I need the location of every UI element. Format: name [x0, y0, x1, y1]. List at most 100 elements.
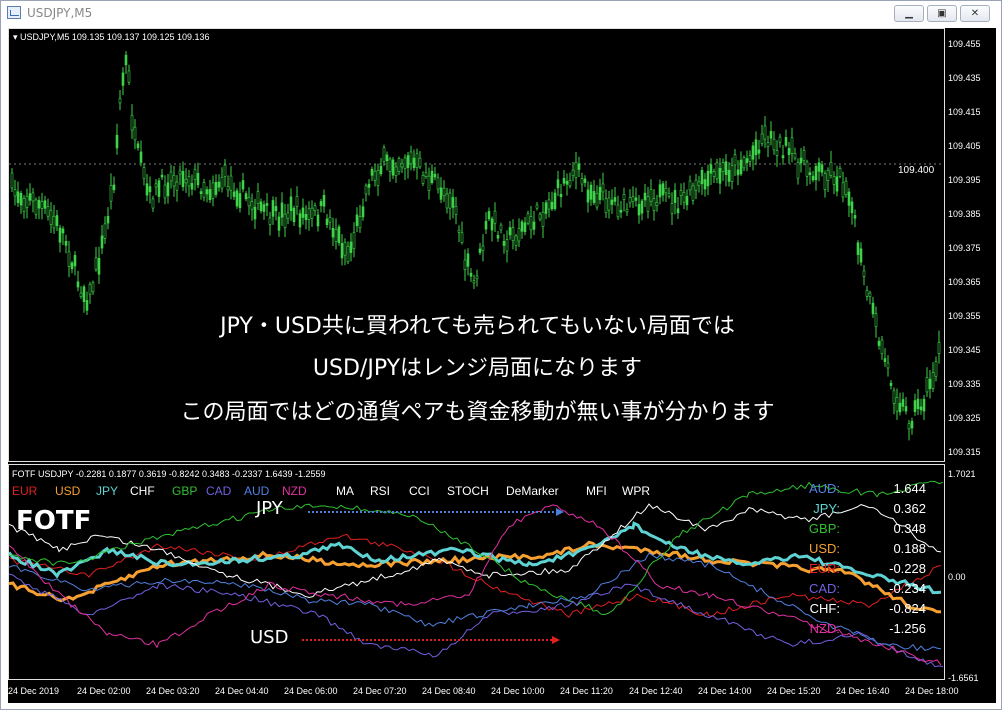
- candle-body: [88, 283, 92, 295]
- candle-body: [436, 177, 440, 190]
- candle-body: [460, 232, 464, 243]
- currency-toggle-eur[interactable]: EUR: [12, 484, 37, 498]
- title-bar[interactable]: USDJPY,M5 ▁ ▣ ✕: [1, 1, 1001, 27]
- candle-body: [409, 151, 413, 165]
- overlay-text-3: この局面ではどの通貨ペアも資金移動が無い事が分かります: [180, 400, 775, 425]
- candle-body: [211, 182, 215, 199]
- candle-body: [598, 186, 602, 200]
- candle-body: [751, 145, 755, 160]
- time-label: 24 Dec 06:00: [284, 686, 338, 696]
- currency-toggle-aud[interactable]: AUD: [244, 484, 269, 498]
- currency-toggle-gbp[interactable]: GBP: [172, 484, 197, 498]
- candle-body: [775, 150, 779, 156]
- candle-body: [271, 200, 275, 217]
- candle-body: [55, 215, 59, 227]
- time-label: 24 Dec 02:00: [77, 686, 131, 696]
- candle-body: [37, 199, 41, 209]
- indicator-menu-ma[interactable]: MA: [336, 484, 354, 498]
- price-label: 109.405: [948, 141, 981, 151]
- candle-body: [778, 136, 782, 143]
- candle-body: [709, 164, 713, 174]
- candle-body: [307, 208, 311, 220]
- candle-body: [13, 189, 17, 197]
- candle-body: [385, 154, 389, 162]
- close-button[interactable]: ✕: [960, 5, 990, 22]
- candle-body: [787, 148, 791, 155]
- candle-body: [490, 218, 494, 231]
- candle-body: [451, 197, 455, 208]
- candle-body: [241, 180, 245, 190]
- candle-body: [859, 248, 863, 263]
- minimize-button[interactable]: ▁: [894, 5, 924, 22]
- candle-body: [280, 202, 284, 218]
- indicator-menu-demarker[interactable]: DeMarker: [506, 484, 559, 498]
- indicator-menu-cci[interactable]: CCI: [409, 484, 430, 498]
- candle-body: [286, 212, 290, 220]
- candle-body: [619, 209, 623, 213]
- candle-body: [868, 292, 872, 297]
- indicator-menu-rsi[interactable]: RSI: [370, 484, 390, 498]
- candle-body: [145, 183, 149, 196]
- candle-body: [463, 259, 467, 270]
- time-label: 24 Dec 04:40: [215, 686, 269, 696]
- strength-label-cad: CAD:: [808, 581, 840, 596]
- candle-body: [652, 198, 656, 211]
- candle-body: [301, 207, 305, 218]
- currency-toggle-usd[interactable]: USD: [55, 484, 80, 498]
- indicator-menu-mfi[interactable]: MFI: [586, 484, 607, 498]
- candle-body: [31, 192, 35, 202]
- candle-body: [232, 191, 236, 197]
- currency-toggle-nzd[interactable]: NZD: [282, 484, 307, 498]
- indicator-axis-max: 1.7021: [948, 469, 976, 479]
- candle-body: [397, 158, 401, 172]
- candle-body: [412, 157, 416, 169]
- candle-body: [289, 196, 293, 211]
- candle-body: [673, 190, 677, 203]
- candle-body: [817, 162, 821, 172]
- candle-body: [616, 204, 620, 218]
- candle-body: [814, 166, 818, 181]
- candle-body: [166, 182, 170, 197]
- strength-label-eur: EUR:: [808, 561, 840, 576]
- candle-body: [601, 183, 605, 193]
- candle-body: [841, 182, 845, 198]
- candle-body: [784, 137, 788, 146]
- candle-body: [205, 189, 209, 195]
- candle-body: [811, 175, 815, 181]
- time-label: 24 Dec 10:00: [491, 686, 545, 696]
- candle-body: [592, 191, 596, 203]
- strength-value-eur: -0.228: [889, 561, 926, 576]
- indicator-menu-wpr[interactable]: WPR: [622, 484, 650, 498]
- candle-body: [325, 218, 329, 226]
- currency-toggle-chf[interactable]: CHF: [130, 484, 155, 498]
- candle-body: [277, 216, 281, 231]
- chart-menu-icon[interactable]: ▾: [13, 32, 18, 42]
- candle-body: [103, 223, 107, 239]
- annotation-usd: USD: [250, 627, 289, 648]
- candle-body: [130, 114, 134, 131]
- indicator-menu-stoch[interactable]: STOCH: [447, 484, 489, 498]
- candle-body: [340, 243, 344, 259]
- currency-toggle-cad[interactable]: CAD: [206, 484, 231, 498]
- candle-body: [430, 170, 434, 183]
- candle-body: [781, 155, 785, 159]
- candle-body: [214, 181, 218, 195]
- candle-body: [157, 180, 161, 197]
- candle-body: [64, 241, 68, 246]
- candle-body: [541, 211, 545, 227]
- candle-body: [208, 189, 212, 201]
- candle-body: [457, 229, 461, 233]
- candle-body: [529, 216, 533, 231]
- candle-body: [97, 257, 101, 275]
- candle-body: [688, 180, 692, 191]
- candle-body: [445, 193, 449, 209]
- candle-body: [448, 192, 452, 209]
- candle-body: [370, 169, 374, 176]
- candle-body: [256, 191, 260, 204]
- price-chart-panel[interactable]: ▾ USDJPY,M5 109.135 109.137 109.125 109.…: [8, 28, 945, 462]
- candle-body: [58, 227, 62, 243]
- currency-toggle-jpy[interactable]: JPY: [96, 484, 118, 498]
- maximize-button[interactable]: ▣: [927, 5, 957, 22]
- chart-area[interactable]: ▾ USDJPY,M5 109.135 109.137 109.125 109.…: [8, 28, 996, 703]
- candle-body: [769, 131, 773, 139]
